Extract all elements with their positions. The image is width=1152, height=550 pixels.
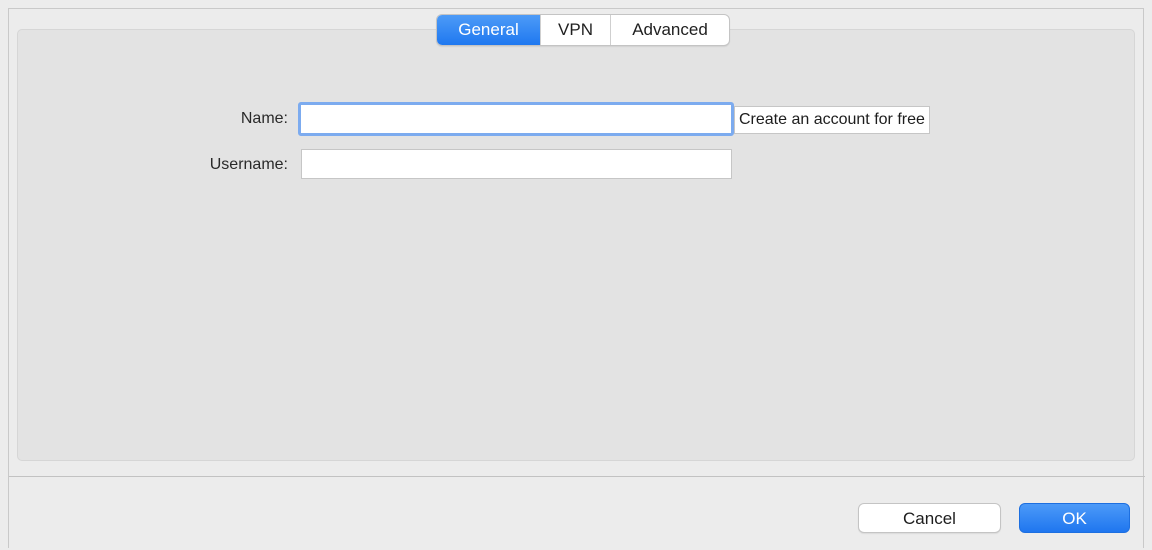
- tab-general[interactable]: General: [437, 15, 540, 45]
- username-field[interactable]: [301, 149, 732, 179]
- footer-divider: [9, 476, 1145, 477]
- ok-button[interactable]: OK: [1019, 503, 1130, 533]
- username-label: Username:: [209, 156, 288, 173]
- tab-content-panel: Name: Create an account for free Usernam…: [17, 29, 1135, 461]
- settings-window: Name: Create an account for free Usernam…: [8, 8, 1145, 548]
- tab-bar: General VPN Advanced: [436, 14, 730, 46]
- tab-vpn[interactable]: VPN: [540, 15, 610, 45]
- cancel-button[interactable]: Cancel: [858, 503, 1001, 533]
- tab-advanced[interactable]: Advanced: [610, 15, 729, 45]
- name-label: Name:: [240, 110, 288, 127]
- name-field[interactable]: [298, 102, 734, 136]
- create-account-button[interactable]: Create an account for free: [734, 106, 930, 134]
